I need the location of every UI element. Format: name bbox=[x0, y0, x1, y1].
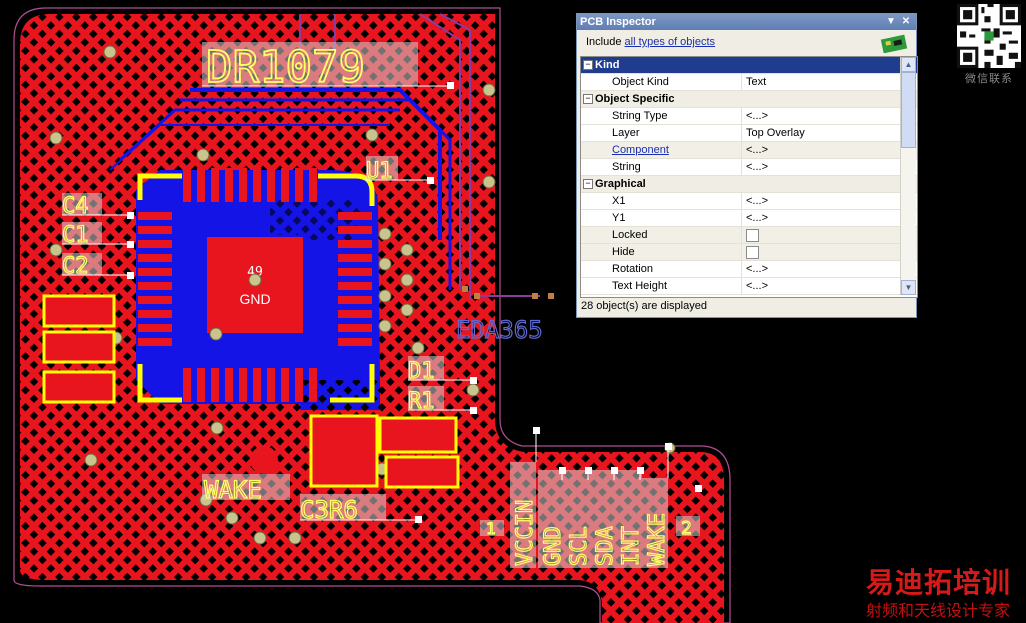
inspector-title: PCB Inspector bbox=[580, 16, 656, 28]
locked-checkbox[interactable] bbox=[746, 229, 759, 242]
qr-caption: 微信联系 bbox=[965, 72, 1013, 85]
property-string-type[interactable]: String Type <...> bbox=[581, 108, 917, 125]
dropdown-icon[interactable]: ▼ bbox=[884, 14, 898, 30]
category-graphical[interactable]: − Graphical bbox=[581, 176, 917, 193]
pcb-editor-view: { "pcb": { "designator_big": "DR1079", "… bbox=[0, 0, 1026, 623]
include-link[interactable]: all types of objects bbox=[625, 36, 716, 48]
scroll-up-icon[interactable]: ▲ bbox=[901, 57, 916, 72]
property-text-height[interactable]: Text Height <...> bbox=[581, 278, 917, 295]
property-grid[interactable]: − Kind Object Kind Text − Object Specifi… bbox=[580, 56, 918, 298]
property-locked[interactable]: Locked bbox=[581, 227, 917, 244]
inspector-title-bar[interactable]: PCB Inspector ▼ ✕ bbox=[577, 14, 916, 30]
qr-code-image bbox=[957, 4, 1021, 68]
property-object-kind[interactable]: Object Kind Text bbox=[581, 74, 917, 91]
include-prefix: Include bbox=[586, 36, 622, 48]
status-text: 28 object(s) are displayed bbox=[581, 300, 707, 312]
property-layer[interactable]: Layer Top Overlay bbox=[581, 125, 917, 142]
property-component[interactable]: Component <...> bbox=[581, 142, 917, 159]
property-hide[interactable]: Hide bbox=[581, 244, 917, 261]
tagline-watermark: 射频和天线设计专家 bbox=[866, 601, 1011, 620]
property-x1[interactable]: X1 <...> bbox=[581, 193, 917, 210]
label-pin2: 2 bbox=[681, 518, 692, 539]
property-rotation[interactable]: Rotation <...> bbox=[581, 261, 917, 278]
pcb-board-icon bbox=[880, 34, 908, 53]
header-pin-sda: SDA bbox=[593, 526, 618, 566]
property-y1[interactable]: Y1 <...> bbox=[581, 210, 917, 227]
collapse-icon[interactable]: − bbox=[583, 60, 593, 70]
label-wake: WAKE bbox=[204, 476, 262, 504]
pad-net: GND bbox=[239, 291, 270, 307]
header-pin-gnd: GND bbox=[541, 526, 566, 566]
pcb-inspector-panel[interactable]: PCB Inspector ▼ ✕ Include all types of o… bbox=[576, 13, 918, 318]
collapse-icon[interactable]: − bbox=[583, 179, 593, 189]
category-object-specific[interactable]: − Object Specific bbox=[581, 91, 917, 108]
header-pin-int: INT bbox=[619, 526, 644, 566]
close-icon[interactable]: ✕ bbox=[899, 14, 913, 30]
scroll-thumb[interactable] bbox=[901, 72, 916, 148]
header-pin-scl: SCL bbox=[567, 526, 592, 566]
hide-checkbox[interactable] bbox=[746, 246, 759, 259]
vertical-scrollbar[interactable]: ▲ ▼ bbox=[900, 57, 916, 295]
label-pin1: 1 bbox=[486, 519, 496, 538]
include-filter: Include all types of objects bbox=[577, 30, 916, 54]
board-title-text: DR1079 bbox=[206, 42, 365, 93]
category-kind[interactable]: − Kind bbox=[581, 57, 917, 74]
header-pin-vccin: VCCIN bbox=[513, 500, 538, 566]
scroll-down-icon[interactable]: ▼ bbox=[901, 280, 916, 295]
header-pin-wake: WAKE bbox=[645, 513, 670, 566]
property-string[interactable]: String <...> bbox=[581, 159, 917, 176]
label-eda365: EDA365 bbox=[456, 316, 543, 344]
collapse-icon[interactable]: − bbox=[583, 94, 593, 104]
brand-watermark: 易迪拓培训 bbox=[866, 566, 1012, 599]
